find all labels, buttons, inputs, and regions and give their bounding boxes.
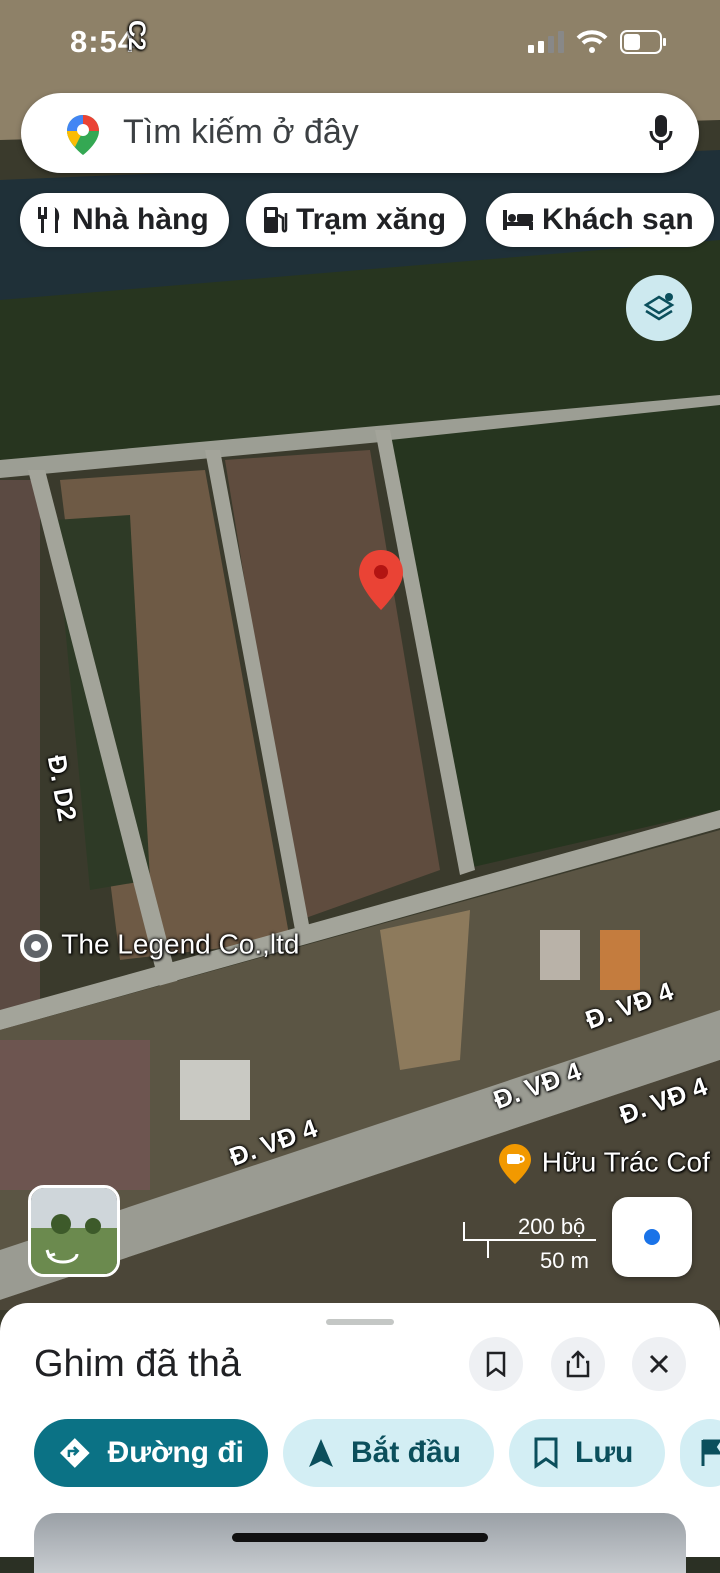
search-bar[interactable]: Tìm kiếm ở đây — [21, 93, 699, 173]
place-photo-preview[interactable] — [34, 1513, 686, 1573]
chip-restaurants[interactable]: Nhà hàng — [20, 193, 229, 247]
layers-icon — [643, 293, 675, 321]
location-dot-icon — [640, 1225, 664, 1249]
poi-huu-trac-coffee[interactable]: Hữu Trác Cof — [496, 1142, 710, 1186]
poi-label: The Legend Co.,ltd — [61, 928, 300, 960]
street-view-thumbnail[interactable] — [28, 1185, 120, 1277]
google-maps-pin-icon — [67, 115, 99, 155]
wifi-icon — [576, 30, 608, 53]
signal-icon — [528, 31, 564, 53]
share-icon — [566, 1350, 590, 1378]
close-button[interactable] — [632, 1337, 686, 1391]
gas-station-icon — [264, 207, 288, 233]
start-button[interactable]: Bắt đầu — [283, 1419, 494, 1487]
search-input[interactable]: Tìm kiếm ở đây — [123, 113, 359, 152]
chip-hotels[interactable]: Khách sạn — [486, 193, 714, 247]
status-bar: 8:54 — [0, 22, 720, 66]
bookmark-icon — [534, 1437, 558, 1469]
poi-label: Hữu Trác Cof — [541, 1146, 710, 1178]
home-indicator[interactable] — [232, 1533, 488, 1542]
poi-the-legend[interactable]: The Legend Co.,ltd — [18, 928, 299, 964]
cafe-icon — [499, 1144, 531, 1184]
save-icon-button[interactable] — [469, 1337, 523, 1391]
microphone-icon[interactable] — [649, 115, 673, 151]
more-actions-button[interactable] — [680, 1419, 720, 1487]
battery-icon — [620, 30, 666, 54]
chip-label: Nhà hàng — [72, 203, 209, 236]
navigation-arrow-icon — [309, 1439, 333, 1467]
place-bottom-sheet[interactable]: Ghim đã thả Đường đi Bắt đầu Lưu — [0, 1303, 720, 1573]
chip-label: Khách sạn — [542, 203, 694, 236]
save-button[interactable]: Lưu — [509, 1419, 665, 1487]
start-label: Bắt đầu — [351, 1436, 462, 1469]
hotel-icon — [503, 210, 533, 230]
scale-metric: 50 m — [540, 1248, 589, 1273]
flag-icon — [701, 1439, 720, 1466]
scale-imperial: 200 bộ — [518, 1214, 586, 1239]
restaurant-icon — [38, 207, 60, 233]
chip-label: Trạm xăng — [296, 203, 447, 236]
map-scale: 200 bộ 50 m — [462, 1212, 602, 1273]
sheet-drag-handle[interactable] — [326, 1319, 394, 1325]
poi-marker-icon — [20, 930, 52, 962]
sheet-title: Ghim đã thả — [34, 1343, 241, 1385]
my-location-button[interactable] — [612, 1197, 692, 1277]
directions-label: Đường đi — [107, 1436, 244, 1469]
street-label-c2: C2 — [123, 20, 150, 51]
directions-icon — [59, 1438, 90, 1468]
save-label: Lưu — [575, 1436, 634, 1469]
directions-button[interactable]: Đường đi — [34, 1419, 268, 1487]
share-button[interactable] — [551, 1337, 605, 1391]
street-view-photo — [31, 1188, 117, 1274]
status-icons — [528, 30, 668, 54]
map-layers-button[interactable] — [626, 275, 692, 341]
chip-gas-stations[interactable]: Trạm xăng — [246, 193, 467, 247]
close-icon — [649, 1354, 669, 1374]
bookmark-icon — [486, 1351, 506, 1377]
